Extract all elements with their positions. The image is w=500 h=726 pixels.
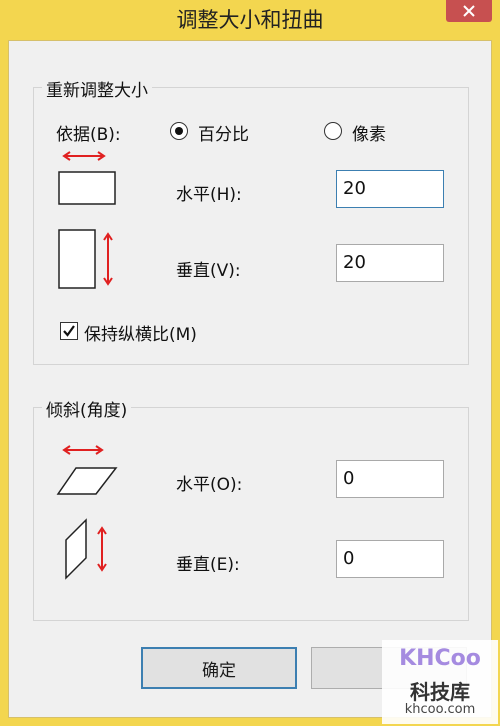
radio-percent[interactable]: 百分比 <box>170 120 290 145</box>
ok-button[interactable]: 确定 <box>141 647 297 689</box>
watermark-site: khcoo.com <box>404 702 476 717</box>
resize-horizontal-label: 水平(H): <box>176 185 242 205</box>
radio-pixels-label: 像素 <box>352 125 386 145</box>
resize-horizontal-icon <box>58 151 116 205</box>
resize-by-label: 依据(B): <box>56 125 121 145</box>
resize-group-label: 重新调整大小 <box>42 76 152 101</box>
radio-selected-dot <box>175 127 183 135</box>
radio-percent-indicator[interactable] <box>170 122 188 140</box>
close-icon <box>463 5 475 17</box>
skew-vertical-label: 垂直(E): <box>176 555 240 575</box>
keep-ratio-checkbox[interactable]: 保持纵横比(M) <box>60 320 280 345</box>
resize-vertical-input[interactable]: 20 <box>336 244 444 282</box>
skew-group: 倾斜(角度) 水平(O): 0 垂直(E): 0 <box>33 396 469 621</box>
radio-percent-label: 百分比 <box>198 125 249 145</box>
dialog-title: 调整大小和扭曲 <box>176 8 324 32</box>
resize-group: 重新调整大小 依据(B): 百分比 像素 水平(H): 20 垂直(V): 20… <box>33 76 469 365</box>
watermark-cn-name: 科技库 <box>410 680 470 704</box>
khcoo-watermark: KHCoo 科技库 khcoo.com <box>382 640 498 724</box>
skew-vertical-input[interactable]: 0 <box>336 540 444 578</box>
skew-group-label: 倾斜(角度) <box>42 396 132 421</box>
radio-pixels[interactable]: 像素 <box>324 120 434 145</box>
dialog-body: 重新调整大小 依据(B): 百分比 像素 水平(H): 20 垂直(V): 20… <box>8 40 492 718</box>
check-icon <box>63 325 75 337</box>
resize-skew-dialog: 调整大小和扭曲 重新调整大小 依据(B): 百分比 像素 水平(H): 20 垂… <box>0 0 500 726</box>
keep-ratio-box[interactable] <box>60 322 78 340</box>
resize-vertical-icon <box>58 229 113 289</box>
keep-ratio-label: 保持纵横比(M) <box>84 325 197 345</box>
skew-horizontal-label: 水平(O): <box>176 475 243 495</box>
resize-vertical-label: 垂直(V): <box>176 261 241 281</box>
skew-horizontal-icon <box>56 445 118 495</box>
skew-horizontal-input[interactable]: 0 <box>336 460 444 498</box>
radio-pixels-indicator[interactable] <box>324 122 342 140</box>
close-button[interactable] <box>446 0 492 22</box>
skew-vertical-icon <box>65 518 107 580</box>
watermark-brand: KHCoo <box>399 646 481 671</box>
title-bar[interactable]: 调整大小和扭曲 <box>0 0 500 40</box>
resize-horizontal-input[interactable]: 20 <box>336 170 444 208</box>
